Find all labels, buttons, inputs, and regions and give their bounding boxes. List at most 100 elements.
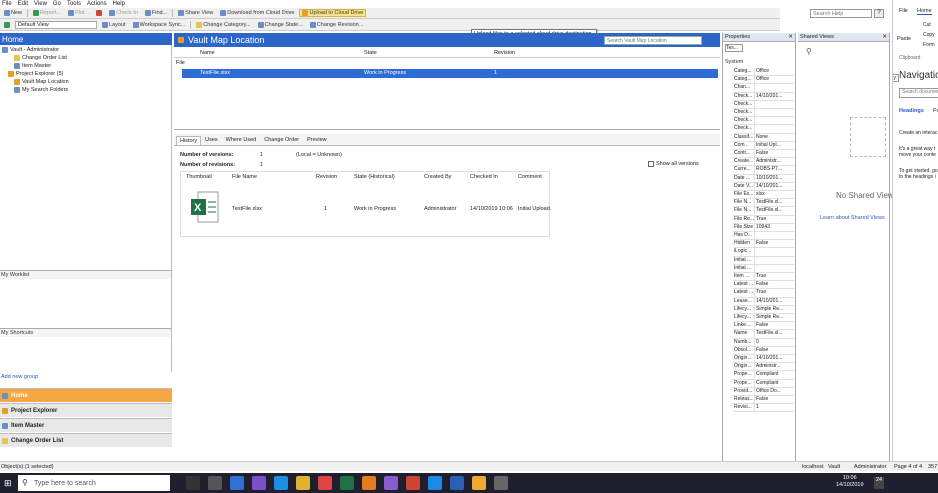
property-row[interactable]: Check... (733, 100, 795, 109)
property-row[interactable]: Classif... None (733, 133, 795, 142)
taskbar-clock[interactable]: 10:06 14/10/2019 (836, 475, 864, 489)
property-row[interactable]: Prope... Compliant (733, 379, 795, 388)
task-view-icon[interactable] (186, 476, 200, 490)
workspace-sync-button[interactable]: Workspace Sync... (131, 21, 188, 28)
help-icon[interactable]: ? (874, 9, 884, 18)
learn-shared-views-link[interactable]: Learn about Shared Views (820, 215, 885, 221)
visual-studio-icon[interactable] (384, 476, 398, 490)
menu-edit[interactable]: Edit (18, 1, 28, 7)
property-row[interactable]: Initial ... (733, 264, 795, 273)
property-row[interactable]: Initial ... (733, 256, 795, 265)
tree-item-item-master[interactable]: Item Master (14, 63, 51, 69)
tree-item-vault[interactable]: Vault - Administrator (2, 47, 59, 53)
hcol-thumbnail[interactable]: Thumbnail (186, 174, 212, 180)
property-row[interactable]: Com... Initial Upl... (733, 141, 795, 150)
upload-cloud-button[interactable]: Upload to Cloud Drive (299, 9, 367, 17)
add-group-link[interactable]: Add new group (0, 372, 172, 382)
word-icon[interactable] (450, 476, 464, 490)
search-icon[interactable]: ⚲ (806, 47, 812, 56)
property-row[interactable]: File Re... True (733, 215, 795, 224)
menu-view[interactable]: View (34, 1, 47, 7)
group-file[interactable]: File (174, 58, 720, 68)
column-revision[interactable]: Revision (494, 50, 515, 56)
property-row[interactable]: File Size 10943 (733, 223, 795, 232)
notification-badge[interactable]: 24 (874, 477, 884, 489)
property-row[interactable]: Releas... False (733, 396, 795, 405)
tree-item-project-explorer[interactable]: Project Explorer (5) (8, 71, 63, 77)
tree-item-change-order-list[interactable]: Change Order List (14, 55, 67, 61)
property-row[interactable]: Provid... Office Do... (733, 387, 795, 396)
property-row[interactable]: Numb... 0 (733, 338, 795, 347)
tab-uses[interactable]: Uses (201, 135, 222, 145)
word-search-input[interactable]: Search documen (899, 88, 938, 98)
property-row[interactable]: Lifecy... Simple Re... (733, 314, 795, 323)
tab-where-used[interactable]: Where Used (222, 135, 261, 145)
hcol-comment[interactable]: Comment (518, 174, 542, 180)
tab-pages[interactable]: Pa (933, 108, 938, 114)
property-row[interactable]: Revisi... 1 (733, 404, 795, 413)
file-explorer-icon[interactable] (208, 476, 222, 490)
word-tab-file[interactable]: File (899, 8, 908, 14)
menu-actions[interactable]: Actions (87, 1, 107, 7)
tree-item-vault-map-location[interactable]: Vault Map Location (14, 79, 69, 85)
share-view-button[interactable]: Share View (176, 10, 215, 16)
column-state[interactable]: State (364, 50, 377, 56)
property-row[interactable]: Name TestFile.xl... (733, 330, 795, 339)
hcol-state[interactable]: State (Historical) (354, 174, 395, 180)
property-row[interactable]: File Ex... xlsx (733, 191, 795, 200)
app-icon[interactable] (362, 476, 376, 490)
property-row[interactable]: Obsol... False (733, 346, 795, 355)
hcol-checked-in[interactable]: Checked In (470, 174, 498, 180)
close-icon[interactable]: ✕ (882, 34, 887, 40)
property-row[interactable]: iLogic... (733, 248, 795, 257)
property-row[interactable]: Origin... 14/10/201... (733, 355, 795, 364)
property-row[interactable]: Create... Administr... (733, 158, 795, 167)
check-in-button[interactable]: Check In (107, 10, 140, 16)
property-row[interactable]: Curre... ROBS-P7... (733, 166, 795, 175)
tree-item-my-search-folders[interactable]: My Search Folders (14, 87, 68, 93)
report-button[interactable]: Report... (31, 10, 63, 16)
property-row[interactable]: Check... (733, 117, 795, 126)
app-icon[interactable] (472, 476, 486, 490)
view-select[interactable]: Default View (15, 20, 97, 29)
edge-icon[interactable] (274, 476, 288, 490)
property-row[interactable]: Lifecy... Simple Re... (733, 305, 795, 314)
vault-app-icon[interactable] (230, 476, 244, 490)
change-category-button[interactable]: Change Category... (194, 21, 252, 28)
tab-change-order[interactable]: Change Order (260, 135, 303, 145)
property-row[interactable]: Lease... 14/10/201... (733, 297, 795, 306)
app-icon[interactable] (428, 476, 442, 490)
hcol-created-by[interactable]: Created By (424, 174, 452, 180)
property-row[interactable]: Categ... Office (733, 76, 795, 85)
tab-history[interactable]: History (176, 136, 202, 145)
property-row[interactable]: Hidden False (733, 240, 795, 249)
hcol-file-name[interactable]: File Name (232, 174, 257, 180)
table-row[interactable]: TestFile.xlsx Work in Progress 1 (182, 69, 718, 78)
property-row[interactable]: Categ... Office (733, 68, 795, 77)
windows-start-icon[interactable]: ⊞ (4, 478, 12, 489)
change-revision-button[interactable]: Change Revision... (308, 21, 365, 28)
show-all-versions-checkbox[interactable]: Show all versions (648, 161, 699, 167)
plot-button[interactable]: Plot... (66, 10, 91, 16)
app-icon[interactable] (318, 476, 332, 490)
column-name[interactable]: Name (200, 50, 215, 56)
property-row[interactable]: Check... (733, 109, 795, 118)
word-tab-home[interactable]: Home (917, 8, 932, 15)
new-button[interactable]: New (2, 10, 24, 16)
property-row[interactable]: Chan... (733, 84, 795, 93)
app-icon[interactable] (406, 476, 420, 490)
layout-button[interactable]: Layout (100, 21, 128, 28)
property-row[interactable]: Has D... (733, 232, 795, 241)
property-row[interactable]: Origin... Administr... (733, 363, 795, 372)
property-row[interactable]: File N... TestFile.xl... (733, 199, 795, 208)
menu-go[interactable]: Go (53, 1, 61, 7)
nav-button-project-explorer[interactable]: Project Explorer (0, 403, 172, 417)
property-row[interactable]: Latest ... True (733, 289, 795, 298)
property-row[interactable]: Prope... Compliant (733, 371, 795, 380)
cut-button[interactable]: Cut (923, 22, 931, 28)
help-search-input[interactable]: Search Help (810, 9, 872, 18)
hcol-revision[interactable]: Revision (316, 174, 337, 180)
nav-button-item-master[interactable]: Item Master (0, 418, 172, 432)
menu-file[interactable]: File (2, 1, 12, 7)
folder-icon[interactable] (296, 476, 310, 490)
